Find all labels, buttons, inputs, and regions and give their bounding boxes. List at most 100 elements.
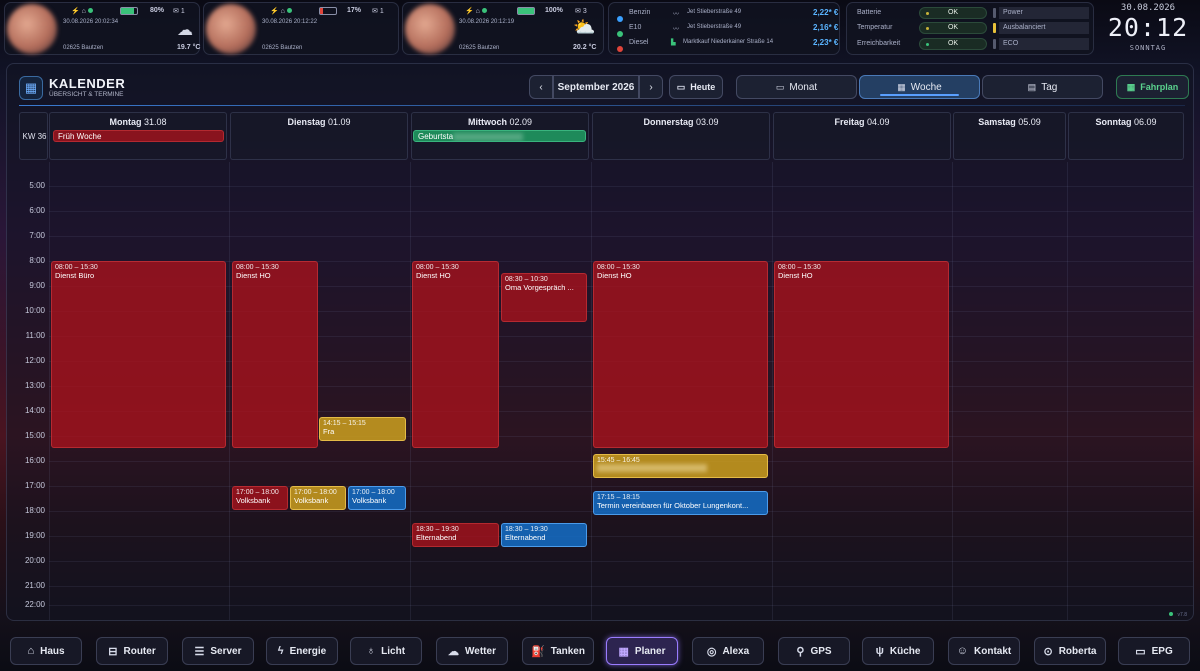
mail-icon: ✉ 1 (173, 8, 185, 15)
event-dienst[interactable]: 08:00 – 15:30 Dienst HO (774, 261, 949, 448)
fuel-type: E10 (629, 24, 642, 31)
lightning-icon: ϟ (277, 645, 284, 657)
status-indicator (1169, 612, 1173, 616)
fuel-price: 2,16* € (813, 23, 839, 32)
prev-month-button[interactable]: ‹ (529, 75, 553, 99)
battery-level: 100% (545, 7, 563, 14)
fuel-type: Diesel (629, 39, 649, 46)
calendar-icon: ▦ (1126, 81, 1136, 92)
hour-label: 7:00 (29, 231, 45, 240)
status-badge: OK (919, 22, 987, 34)
battery-level: 80% (150, 7, 165, 14)
calendar-icon: ▦ (618, 645, 629, 658)
nav-kueche[interactable]: ψ Küche (862, 637, 934, 665)
event-elternabend[interactable]: 18:30 – 19:30 Elternabend (501, 523, 587, 547)
phone-card-2[interactable]: ⚡ ⌂ 17% ✉ 1 30.08.2026 20:12:22 02625 Ba… (203, 2, 399, 55)
month-label[interactable]: September 2026 (553, 75, 639, 99)
event-dienst[interactable]: 08:00 – 15:30 Dienst HO (232, 261, 318, 448)
hour-label: 9:00 (29, 281, 45, 290)
clock-weekday: SONNTAG (1129, 44, 1167, 52)
nav-planer[interactable]: ▦ Planer (606, 637, 678, 665)
phone-card-3[interactable]: ⚡ ⌂ 100% ✉ 3 30.08.2026 20:12:19 ⛅ 02625… (402, 2, 604, 55)
server-icon: ☰ (194, 645, 205, 658)
avatar (405, 4, 455, 54)
day-header-friday[interactable]: Freitag 04.09 (773, 112, 951, 160)
cloud-icon: ☁ (448, 645, 460, 658)
tab-week[interactable]: ▦ Woche (859, 75, 980, 99)
today-button[interactable]: ▭ Heute (669, 75, 723, 99)
status-label: Erreichbarkeit (857, 40, 901, 47)
nav-energie[interactable]: ϟ Energie (266, 637, 338, 665)
status-label: Temperatur (857, 24, 893, 31)
day-name: Samstag (978, 117, 1016, 127)
battery-icon (319, 7, 337, 15)
grid-line (591, 162, 592, 620)
event-dienst[interactable]: 08:00 – 15:30 Dienst Büro (51, 261, 226, 448)
clock-time: 20:12 (1107, 13, 1189, 42)
nav-roberta[interactable]: ⊙ Roberta (1034, 637, 1106, 665)
grid-line (1067, 162, 1068, 620)
nav-router[interactable]: ⊟ Router (96, 637, 168, 665)
hour-label: 8:00 (29, 256, 45, 265)
hour-label: 5:00 (29, 181, 45, 190)
allday-event[interactable]: Geburtsta (413, 130, 586, 142)
day-header-tuesday[interactable]: Dienstag 01.09 (230, 112, 408, 160)
hour-label: 18:00 (24, 506, 45, 515)
event-volksbank[interactable]: 17:00 – 18:00 Volksbank (232, 486, 288, 510)
marktkauf-icon: ▙ (671, 40, 676, 46)
fuel-station: Jet Stieberstraße 49 (687, 9, 742, 15)
event-appointment[interactable]: 14:15 – 15:15 Fra (319, 417, 406, 441)
phone-date: 30.08.2026 20:12:22 (262, 19, 318, 25)
phone-card-1[interactable]: ⚡ ⌂ 80% ✉ 1 30.08.2026 20:02:34 ☁ 02625 … (4, 2, 200, 55)
grid-line (49, 236, 1193, 237)
day-header-saturday[interactable]: Samstag 05.09 (953, 112, 1066, 160)
event-termin[interactable]: 17:15 – 18:15 Termin vereinbaren für Okto… (593, 491, 768, 515)
nav-alexa[interactable]: ◎ Alexa (692, 637, 764, 665)
day-header-sunday[interactable]: Sonntag 06.09 (1068, 112, 1184, 160)
fuel-dot-icon (617, 16, 623, 22)
status-label: Batterie (857, 9, 882, 16)
location-pin-icon: ⚲ (796, 645, 805, 658)
week-number-header: KW 36 (19, 112, 48, 160)
event-oma[interactable]: 08:30 – 10:30 Oma Vorgespräch ... (501, 273, 587, 322)
event-elternabend[interactable]: 18:30 – 19:30 Elternabend (412, 523, 499, 547)
nav-licht[interactable]: ♁ Licht (350, 637, 422, 665)
nav-epg[interactable]: ▭ EPG (1118, 637, 1190, 665)
grid-line (49, 605, 1193, 606)
next-month-button[interactable]: › (639, 75, 663, 99)
day-header-thursday[interactable]: Donnerstag 03.09 (592, 112, 770, 160)
day-date: 05.09 (1018, 117, 1041, 127)
nav-tanken[interactable]: ⛽ Tanken (522, 637, 594, 665)
alexa-icon: ◎ (706, 645, 717, 658)
hour-label: 11:00 (25, 331, 45, 340)
hour-label: 17:00 (24, 481, 45, 490)
event-dienst[interactable]: 08:00 – 15:30 Dienst HO (412, 261, 499, 448)
status-indicator (993, 23, 996, 33)
system-status-card[interactable]: Batterie OK Power Temperatur OK Ausbalan… (846, 2, 1094, 55)
tab-day[interactable]: ▤ Tag (982, 75, 1103, 99)
phone-location: 02625 Bautzen (262, 45, 303, 51)
nav-wetter[interactable]: ☁ Wetter (436, 637, 508, 665)
event-volksbank[interactable]: 17:00 – 18:00 Volksbank (348, 486, 406, 510)
event-appointment[interactable]: 15:45 – 16:45 (593, 454, 768, 478)
event-dienst[interactable]: 08:00 – 15:30 Dienst HO (593, 261, 768, 448)
hour-label: 16:00 (24, 456, 45, 465)
fahrplan-button[interactable]: ▦ Fahrplan (1116, 75, 1189, 99)
fuel-prices-card[interactable]: Benzin 〰 Jet Stieberstraße 49 2,22* € E1… (608, 2, 840, 55)
mail-icon: ✉ 1 (372, 8, 384, 15)
battery-icon (120, 7, 138, 15)
day-date: 02.09 (509, 117, 533, 127)
grid-line (49, 162, 50, 620)
allday-event[interactable]: Früh Woche (53, 130, 224, 142)
nav-kontakt[interactable]: ☺ Kontakt (948, 637, 1020, 665)
nav-server[interactable]: ☰ Server (182, 637, 254, 665)
nav-haus[interactable]: ⌂ Haus (10, 637, 82, 665)
day-name: Freitag (834, 117, 865, 127)
nav-gps[interactable]: ⚲ GPS (778, 637, 850, 665)
clock-date: 30.08.2026 (1120, 3, 1176, 13)
event-volksbank[interactable]: 17:00 – 18:00 Volksbank (290, 486, 346, 510)
battery-level: 17% (347, 7, 362, 14)
tab-month[interactable]: ▭ Monat (736, 75, 857, 99)
fuel-type: Benzin (629, 9, 651, 16)
robot-icon: ⊙ (1043, 645, 1053, 658)
